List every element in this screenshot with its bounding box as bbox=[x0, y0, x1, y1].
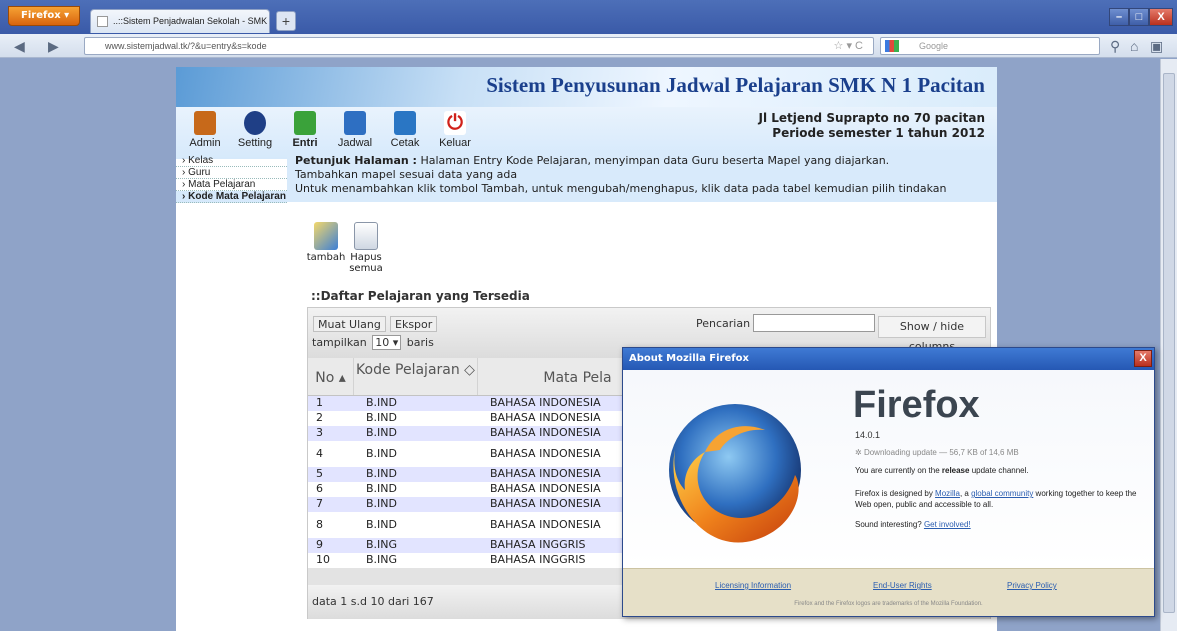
power-icon: ⏻ bbox=[444, 111, 466, 135]
menu-label: Entri bbox=[292, 137, 318, 149]
bookmarks-menu-icon[interactable]: ▣ bbox=[1150, 38, 1163, 55]
scrollbar-thumb[interactable] bbox=[1163, 73, 1175, 613]
menu-label: Jadwal bbox=[337, 137, 373, 149]
vertical-scrollbar[interactable] bbox=[1160, 59, 1177, 631]
browser-titlebar: Firefox ▾ ..::Sistem Penjadwalan Sekolah… bbox=[0, 0, 1177, 34]
site-title: Sistem Penyusunan Jadwal Pelajaran SMK N… bbox=[486, 73, 985, 97]
page-length-select[interactable]: 10 ▾ bbox=[372, 335, 402, 350]
browser-tab[interactable]: ..::Sistem Penjadwalan Sekolah - SMK N 1… bbox=[90, 9, 270, 33]
menu-label: Keluar bbox=[439, 137, 471, 149]
update-channel: You are currently on the release update … bbox=[855, 466, 1029, 475]
get-involved-link[interactable]: Get involved! bbox=[924, 520, 971, 529]
search-placeholder: Google bbox=[919, 41, 949, 51]
add-entry-icon bbox=[294, 111, 316, 135]
end-user-rights-link[interactable]: End-User Rights bbox=[873, 581, 932, 590]
menu-admin[interactable]: Admin bbox=[180, 109, 230, 149]
hint-text: Tambahkan mapel sesuai data yang ada bbox=[295, 168, 518, 181]
column-header-kode[interactable]: Kode Pelajaran ◇ bbox=[354, 358, 478, 395]
address-line: Jl Letjend Suprapto no 70 pacitan bbox=[758, 111, 985, 125]
recycle-bin-icon bbox=[354, 222, 378, 250]
firefox-logo-icon bbox=[669, 404, 801, 543]
search-label: Pencarian bbox=[696, 317, 751, 330]
new-tab-button[interactable]: + bbox=[276, 11, 296, 31]
menu-entri[interactable]: Entri bbox=[280, 109, 330, 149]
users-icon bbox=[194, 111, 216, 135]
menu-jadwal[interactable]: Jadwal bbox=[330, 109, 380, 149]
gear-icon bbox=[244, 111, 266, 135]
url-text: www.sistemjadwal.tk/?&u=entry&s=kode bbox=[105, 41, 267, 51]
reload-button[interactable]: Muat Ulang bbox=[313, 316, 386, 332]
printer-icon bbox=[394, 111, 416, 135]
trademark-notice: Firefox and the Firefox logos are tradem… bbox=[794, 601, 983, 607]
menu-label: Setting bbox=[237, 137, 273, 149]
tambah-button[interactable]: tambah bbox=[306, 222, 346, 274]
sidebar-item-guru[interactable]: › Guru bbox=[176, 167, 287, 179]
page-length-control: tampilkan 10 ▾ baris bbox=[312, 335, 434, 350]
dialog-title: About Mozilla Firefox bbox=[623, 348, 1154, 370]
sidebar: › Kelas › Guru › Mata Pelajaran › Kode M… bbox=[176, 155, 287, 215]
length-prefix: tampilkan bbox=[312, 336, 367, 349]
site-banner: Sistem Penyusunan Jadwal Pelajaran SMK N… bbox=[176, 67, 997, 107]
get-involved-line: Sound interesting? Get involved! bbox=[855, 520, 971, 529]
forward-arrow-icon[interactable]: ▶ bbox=[48, 38, 59, 55]
hint-text: Untuk menambahkan klik tombol Tambah, un… bbox=[295, 182, 947, 195]
licensing-link[interactable]: Licensing Information bbox=[715, 581, 791, 590]
mozilla-link[interactable]: Mozilla bbox=[935, 489, 960, 498]
sidebar-item-mata-pelajaran[interactable]: › Mata Pelajaran bbox=[176, 179, 287, 191]
table-search-input[interactable] bbox=[753, 314, 875, 332]
window-controls: – □ X bbox=[1109, 8, 1173, 26]
url-bar[interactable]: www.sistemjadwal.tk/?&u=entry&s=kode ☆ ▾… bbox=[84, 37, 874, 55]
menu-setting[interactable]: Setting bbox=[230, 109, 280, 149]
dialog-footer: Licensing Information End-User Rights Pr… bbox=[623, 568, 1154, 616]
menu-label: Admin bbox=[189, 137, 221, 149]
search-bar[interactable]: Google bbox=[880, 37, 1100, 55]
privacy-policy-link[interactable]: Privacy Policy bbox=[1007, 581, 1057, 590]
close-window-button[interactable]: X bbox=[1149, 8, 1173, 26]
hapus-semua-button[interactable]: Hapus semua bbox=[346, 222, 386, 274]
tambah-label: tambah bbox=[306, 252, 346, 263]
home-icon[interactable]: ⌂ bbox=[1130, 38, 1138, 54]
page-favicon-icon bbox=[97, 16, 108, 27]
period-line: Periode semester 1 tahun 2012 bbox=[772, 126, 985, 140]
list-title: ::Daftar Pelajaran yang Tersedia bbox=[311, 289, 530, 303]
column-header-no[interactable]: No ▴ bbox=[308, 358, 354, 395]
menu-keluar[interactable]: ⏻ Keluar bbox=[430, 109, 480, 149]
dialog-body: Firefox 14.0.1 ✲ Downloading update — 56… bbox=[623, 370, 1154, 568]
spinner-icon: ✲ bbox=[855, 448, 864, 457]
edit-icon bbox=[314, 222, 338, 250]
maximize-button[interactable]: □ bbox=[1129, 8, 1149, 26]
bookmark-star-icon[interactable]: ☆ ▾ C bbox=[834, 39, 863, 52]
minimize-button[interactable]: – bbox=[1109, 8, 1129, 26]
firefox-menu-button[interactable]: Firefox ▾ bbox=[8, 6, 80, 26]
navigation-bar: ◀ ▶ www.sistemjadwal.tk/?&u=entry&s=kode… bbox=[0, 34, 1177, 58]
menu-label: Cetak bbox=[390, 137, 420, 149]
hint-text: Halaman Entry Kode Pelajaran, menyimpan … bbox=[416, 154, 890, 167]
export-button[interactable]: Ekspor bbox=[390, 316, 438, 332]
sidebar-item-kelas[interactable]: › Kelas bbox=[176, 155, 287, 167]
menu-cetak[interactable]: Cetak bbox=[380, 109, 430, 149]
length-suffix: baris bbox=[406, 336, 434, 349]
tab-title: ..::Sistem Penjadwalan Sekolah - SMK N 1… bbox=[113, 16, 269, 26]
sidebar-item-kode-mata-pelajaran[interactable]: › Kode Mata Pelajaran bbox=[176, 191, 287, 203]
hapus-semua-label: Hapus semua bbox=[349, 252, 383, 274]
back-arrow-icon[interactable]: ◀ bbox=[14, 38, 25, 55]
download-status: ✲ Downloading update — 56,7 KB of 14,6 M… bbox=[855, 448, 1019, 457]
page-hint: Petunjuk Halaman : Halaman Entry Kode Pe… bbox=[287, 150, 997, 202]
calendar-icon bbox=[344, 111, 366, 135]
hint-label: Petunjuk Halaman : bbox=[295, 154, 417, 167]
search-magnifier-icon[interactable]: ⚲ bbox=[1110, 38, 1120, 55]
school-address: Jl Letjend Suprapto no 70 pacitan Period… bbox=[758, 111, 985, 141]
product-name: Firefox bbox=[853, 384, 980, 426]
google-search-engine-icon[interactable] bbox=[885, 40, 899, 52]
about-firefox-dialog: About Mozilla Firefox X Firefox 14.0.1 ✲… bbox=[622, 347, 1155, 617]
show-hide-columns-button[interactable]: Show / hide columns bbox=[878, 316, 986, 353]
product-version: 14.0.1 bbox=[855, 430, 881, 440]
firefox-description: Firefox is designed by Mozilla, a global… bbox=[855, 489, 1137, 509]
action-toolbar: tambah Hapus semua bbox=[306, 222, 386, 274]
dialog-close-button[interactable]: X bbox=[1134, 350, 1152, 367]
global-community-link[interactable]: global community bbox=[971, 489, 1033, 498]
main-menu: Admin Setting Entri Jadwal Cetak ⏻ Kelua… bbox=[180, 109, 480, 149]
